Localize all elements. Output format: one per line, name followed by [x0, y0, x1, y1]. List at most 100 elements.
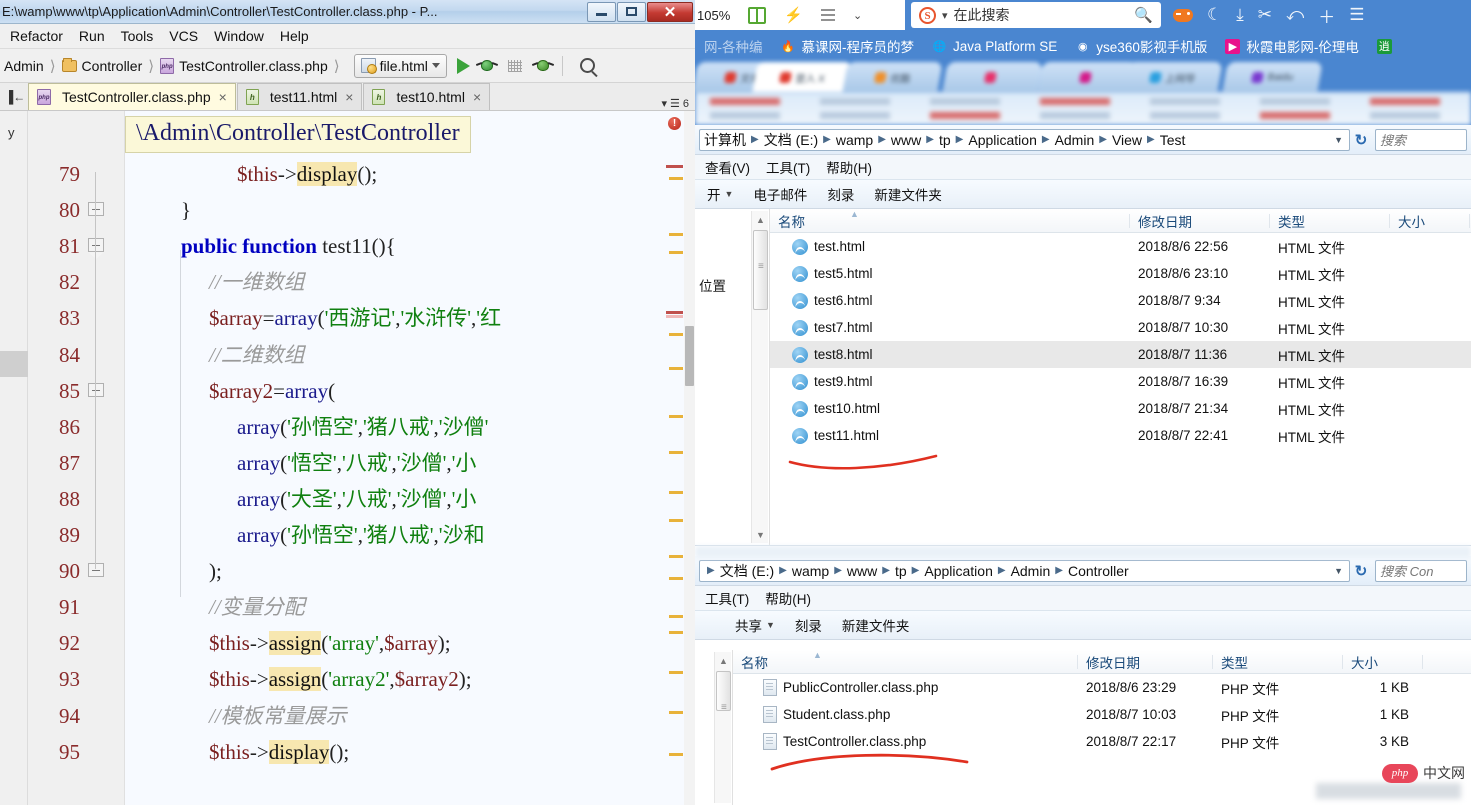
editor-marker[interactable] — [669, 415, 683, 418]
path-segment[interactable]: Controller — [1068, 563, 1129, 579]
path-segment[interactable]: 文档 (E:) — [764, 130, 818, 150]
editor-marker[interactable] — [669, 367, 683, 370]
menu-refactor[interactable]: Refactor — [2, 26, 71, 46]
explorer-navigation-pane[interactable]: ▲ — [695, 650, 733, 805]
path-segment[interactable]: www — [891, 132, 921, 148]
table-row[interactable]: test.html 2018/8/6 22:56 HTML 文件 — [770, 233, 1471, 260]
minimize-button[interactable] — [587, 1, 616, 22]
menu-help[interactable]: Help — [272, 26, 317, 46]
tab-test11[interactable]: h test11.html × — [236, 83, 363, 110]
menu-tools[interactable]: 工具(T) — [697, 586, 757, 610]
code-line[interactable]: $this->display(); — [209, 739, 349, 764]
bookmark-item[interactable]: 🔥 慕课网-程序员的梦 — [772, 36, 924, 56]
search-input[interactable]: 在此搜索 — [954, 5, 1129, 25]
chevron-down-icon[interactable]: ⌄ — [853, 9, 862, 22]
editor-marker[interactable] — [669, 491, 683, 494]
share-button[interactable]: 共享 ▼ — [725, 612, 785, 638]
code-line[interactable]: $array2=array( — [209, 380, 335, 402]
menu-window[interactable]: Window — [206, 26, 272, 46]
scroll-up-arrow[interactable]: ▲ — [715, 652, 732, 669]
code-line[interactable]: //二维数组 — [209, 344, 305, 366]
new-folder-button[interactable]: 新建文件夹 — [864, 181, 952, 207]
table-row[interactable]: test5.html 2018/8/6 23:10 HTML 文件 — [770, 260, 1471, 287]
path-segment[interactable]: Admin — [1055, 132, 1095, 148]
column-name[interactable]: 名称 — [770, 211, 1130, 231]
path-segment[interactable]: 计算机 — [704, 130, 746, 150]
refresh-icon[interactable]: ↻ — [1350, 562, 1372, 580]
search-icon[interactable]: 🔍 — [1134, 6, 1153, 24]
table-row[interactable]: PublicController.class.php 2018/8/6 23:29… — [733, 674, 1471, 701]
table-row[interactable]: test9.html 2018/8/7 16:39 HTML 文件 — [770, 368, 1471, 395]
hamburger-menu-icon[interactable]: ☰ — [1349, 5, 1364, 25]
path-segment[interactable]: Application — [968, 132, 1037, 148]
code-editor[interactable]: y 79 80 81 82 83 84 85 86 87 88 89 90 91 92 93 94 95 \Ad… — [0, 111, 695, 805]
email-button[interactable]: 电子邮件 — [743, 181, 817, 207]
editor-marker[interactable] — [669, 555, 683, 558]
editor-marker[interactable] — [669, 251, 683, 254]
code-fold-toggle[interactable] — [88, 382, 104, 397]
code-line[interactable]: public function test11(){ — [181, 236, 396, 257]
menu-run[interactable]: Run — [71, 26, 113, 46]
nav-scrollbar[interactable]: ▲ ▼ — [751, 211, 768, 543]
editor-marker[interactable] — [666, 315, 683, 318]
browser-search-box[interactable]: S ▾ 在此搜索 🔍 — [911, 2, 1161, 28]
path-segment[interactable]: Test — [1160, 132, 1186, 148]
download-icon[interactable]: ⤓ — [1236, 5, 1244, 25]
path-segment[interactable]: Application — [924, 563, 993, 579]
path-segment[interactable]: tp — [939, 132, 951, 148]
code-line[interactable]: array('悟空','八戒','沙僧','小 — [237, 452, 476, 474]
tab-pin-icon[interactable]: ▐← — [2, 84, 28, 110]
code-line[interactable]: ); — [209, 561, 222, 582]
bookmark-item[interactable]: ▶ 秋霞电影网-伦理电 — [1216, 36, 1368, 56]
path-segment[interactable]: wamp — [836, 132, 873, 148]
editor-marker[interactable] — [666, 311, 683, 314]
bookmark-icon[interactable] — [748, 6, 767, 24]
run-configuration-selector[interactable]: file.html — [353, 53, 447, 78]
browser-tab[interactable]: 登入 X — [752, 62, 853, 92]
tool-window-label[interactable]: y — [8, 125, 15, 140]
code-line[interactable]: array('孙悟空','猪八戒','沙僧' — [237, 416, 488, 438]
code-line[interactable]: //变量分配 — [209, 597, 305, 618]
column-date[interactable]: 修改日期 — [1078, 652, 1213, 672]
bookmark-item[interactable]: 网-各种编 — [695, 36, 772, 56]
chevron-down-icon[interactable]: ▾ — [942, 9, 948, 22]
editor-marker-strip[interactable]: ! — [665, 111, 684, 805]
table-row[interactable]: TestController.class.php 2018/8/7 22:17 PH… — [733, 728, 1471, 755]
column-type[interactable]: 类型 — [1213, 652, 1343, 672]
maximize-button[interactable] — [617, 1, 646, 22]
search-icon[interactable] — [577, 55, 599, 77]
tab-testcontroller[interactable]: php TestController.class.php × — [28, 83, 236, 110]
code-fold-toggle[interactable] — [88, 202, 104, 217]
table-row[interactable]: test10.html 2018/8/7 21:34 HTML 文件 — [770, 395, 1471, 422]
editor-marker[interactable] — [669, 615, 683, 618]
breadcrumb-file[interactable]: php TestController.class.php — [160, 57, 328, 74]
table-row[interactable]: test7.html 2018/8/7 10:30 HTML 文件 — [770, 314, 1471, 341]
zoom-level[interactable]: 105% — [697, 8, 730, 23]
path-segment[interactable]: www — [847, 563, 877, 579]
editor-marker[interactable] — [669, 451, 683, 454]
history-icon[interactable]: ⤺ — [1286, 5, 1304, 25]
breadcrumb-controller[interactable]: Controller — [61, 57, 142, 74]
scroll-up-arrow[interactable]: ▲ — [752, 211, 769, 228]
gamepad-icon[interactable] — [1173, 8, 1193, 22]
run-icon[interactable] — [456, 57, 470, 74]
new-tab-icon[interactable]: ＋ — [1318, 3, 1335, 28]
path-segment[interactable]: 文档 (E:) — [720, 561, 774, 581]
path-segment[interactable]: View — [1112, 132, 1142, 148]
path-segment[interactable]: tp — [895, 563, 907, 579]
browser-tab[interactable]: 优酷 — [842, 62, 943, 92]
code-line[interactable]: $array=array('西游记','水浒传','红 — [209, 308, 501, 329]
debug-icon[interactable] — [476, 55, 498, 77]
explorer-search-input[interactable]: 搜索 Con — [1375, 559, 1467, 582]
explorer-file-list[interactable]: 名称 修改日期 类型 大小 ▲ PublicController.class.p… — [733, 650, 1471, 805]
scrollbar-thumb[interactable] — [685, 326, 694, 386]
table-row[interactable]: test6.html 2018/8/7 9:34 HTML 文件 — [770, 287, 1471, 314]
editor-marker[interactable] — [669, 631, 683, 634]
browser-tab[interactable]: 上网导 — [1122, 62, 1223, 92]
nav-location-label[interactable]: 位置 — [699, 275, 726, 295]
bookmark-item[interactable]: 逍 — [1368, 38, 1401, 54]
path-segment[interactable]: wamp — [792, 563, 829, 579]
table-row[interactable]: Student.class.php 2018/8/7 10:03 PHP 文件 1 K… — [733, 701, 1471, 728]
bookmark-item[interactable]: 🌐 Java Platform SE — [923, 39, 1066, 54]
tool-window-button[interactable] — [0, 351, 28, 377]
